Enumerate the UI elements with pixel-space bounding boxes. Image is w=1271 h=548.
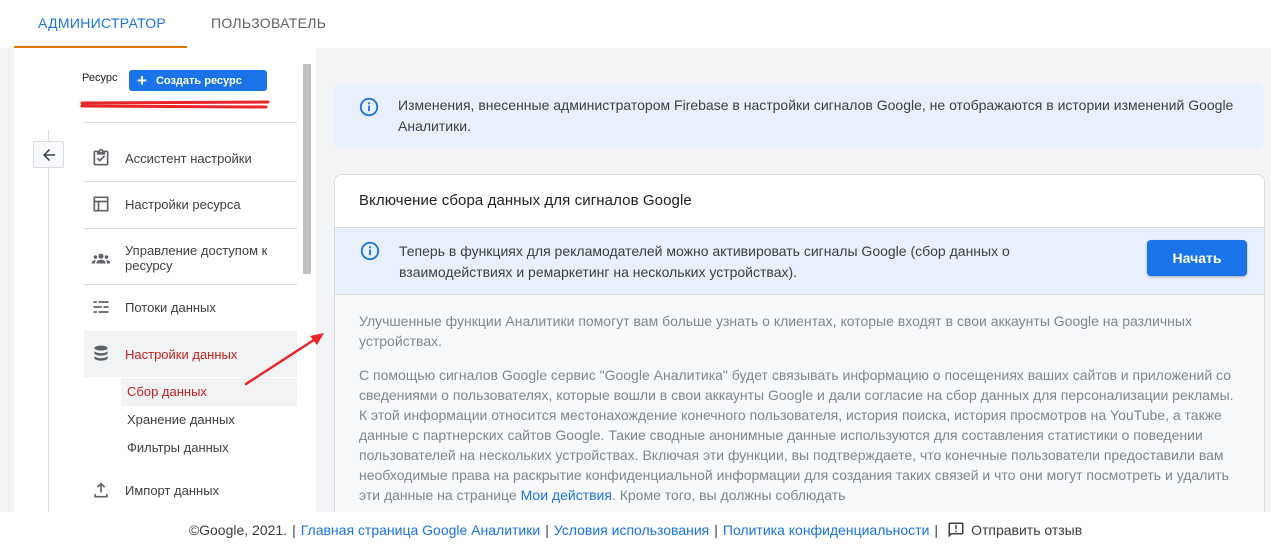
intro-paragraph: Улучшенные функции Аналитики помогут вам… — [359, 313, 1192, 349]
divider — [84, 284, 297, 285]
sidebar-item-access-management[interactable]: Управление доступом к ресурсу — [84, 232, 297, 284]
details-paragraph: С помощью сигналов Google сервис "Google… — [359, 365, 1239, 505]
firebase-info-banner: Изменения, внесенные администратором Fir… — [334, 84, 1264, 148]
sidebar-scrollbar[interactable] — [303, 64, 311, 274]
signals-info-text: Теперь в функциях для рекламодателей мож… — [399, 243, 1010, 280]
annotation-arrow-icon — [244, 333, 324, 386]
layout-icon — [90, 193, 112, 215]
people-icon — [90, 247, 112, 269]
card-title: Включение сбора данных для сигналов Goog… — [359, 192, 692, 209]
resource-label: Ресурс — [82, 72, 118, 84]
feedback-label: Отправить отзыв — [971, 522, 1083, 538]
start-button[interactable]: Начать — [1147, 240, 1247, 276]
sidebar-item-label: Ассистент настройки — [125, 150, 252, 166]
analytics-home-link[interactable]: Главная страница Google Аналитики — [301, 522, 540, 538]
footer: ©Google, 2021. | Главная страница Google… — [0, 512, 1271, 548]
my-activity-link[interactable]: Мои действия — [521, 487, 612, 503]
privacy-link[interactable]: Политика конфиденциальности — [723, 522, 930, 538]
separator: | — [934, 522, 939, 538]
feedback-icon — [948, 522, 964, 538]
divider — [84, 181, 297, 182]
info-icon — [359, 97, 379, 117]
sidebar: Ресурс + Создать ресурс Ассистент настро… — [14, 48, 316, 512]
divider — [84, 122, 297, 123]
arrow-back-icon — [42, 148, 55, 161]
signals-info-banner: Теперь в функциях для рекламодателей мож… — [335, 227, 1264, 295]
plus-icon: + — [137, 71, 147, 90]
database-icon — [90, 343, 112, 365]
sidebar-item-data-import[interactable]: Импорт данных — [84, 470, 297, 510]
create-resource-button[interactable]: + Создать ресурс — [129, 70, 267, 91]
back-button[interactable] — [33, 141, 64, 168]
sidebar-subitem-data-filters[interactable]: Фильтры данных — [121, 434, 297, 462]
separator: | — [714, 522, 718, 538]
upload-icon — [90, 479, 112, 501]
divider — [84, 228, 297, 229]
sidebar-item-setup-assistant[interactable]: Ассистент настройки — [84, 138, 297, 178]
copyright: ©Google, 2021. — [188, 522, 288, 538]
streams-icon — [90, 296, 112, 318]
info-icon — [360, 241, 380, 261]
analytics-admin-page: АДМИНИСТРАТОР ПОЛЬЗОВАТЕЛЬ Ресурс + Созд… — [0, 0, 1271, 548]
sidebar-subitem-data-retention[interactable]: Хранение данных — [121, 406, 297, 434]
checklist-icon — [90, 147, 112, 169]
firebase-info-text: Изменения, внесенные администратором Fir… — [398, 97, 1234, 134]
sidebar-item-label: Потоки данных — [125, 299, 216, 315]
redacted-resource-name — [80, 100, 270, 109]
feedback-button[interactable]: Отправить отзыв — [947, 521, 1082, 539]
tab-admin[interactable]: АДМИНИСТРАТОР — [14, 0, 187, 48]
separator: | — [545, 522, 549, 538]
terms-link[interactable]: Условия использования — [554, 522, 709, 538]
details-text: С помощью сигналов Google сервис "Google… — [359, 367, 1234, 503]
sidebar-item-resource-settings[interactable]: Настройки ресурса — [84, 184, 297, 224]
card-body: Улучшенные функции Аналитики помогут вам… — [335, 295, 1264, 513]
sidebar-divider-line — [48, 130, 49, 512]
sidebar-item-label: Настройки данных — [125, 346, 238, 362]
top-tabs: АДМИНИСТРАТОР ПОЛЬЗОВАТЕЛЬ — [14, 0, 350, 48]
sidebar-item-label: Настройки ресурса — [125, 196, 241, 212]
create-resource-label: Создать ресурс — [155, 74, 242, 87]
sidebar-item-label: Импорт данных — [125, 482, 220, 498]
tab-user[interactable]: ПОЛЬЗОВАТЕЛЬ — [187, 0, 350, 48]
sidebar-item-data-streams[interactable]: Потоки данных — [84, 287, 297, 327]
sidebar-item-label: Управление доступом к ресурсу — [125, 243, 268, 273]
google-signals-card: Включение сбора данных для сигналов Goog… — [334, 174, 1265, 514]
separator: | — [292, 522, 296, 538]
details-text-end: . Кроме того, вы должны соблюдать — [611, 487, 846, 503]
